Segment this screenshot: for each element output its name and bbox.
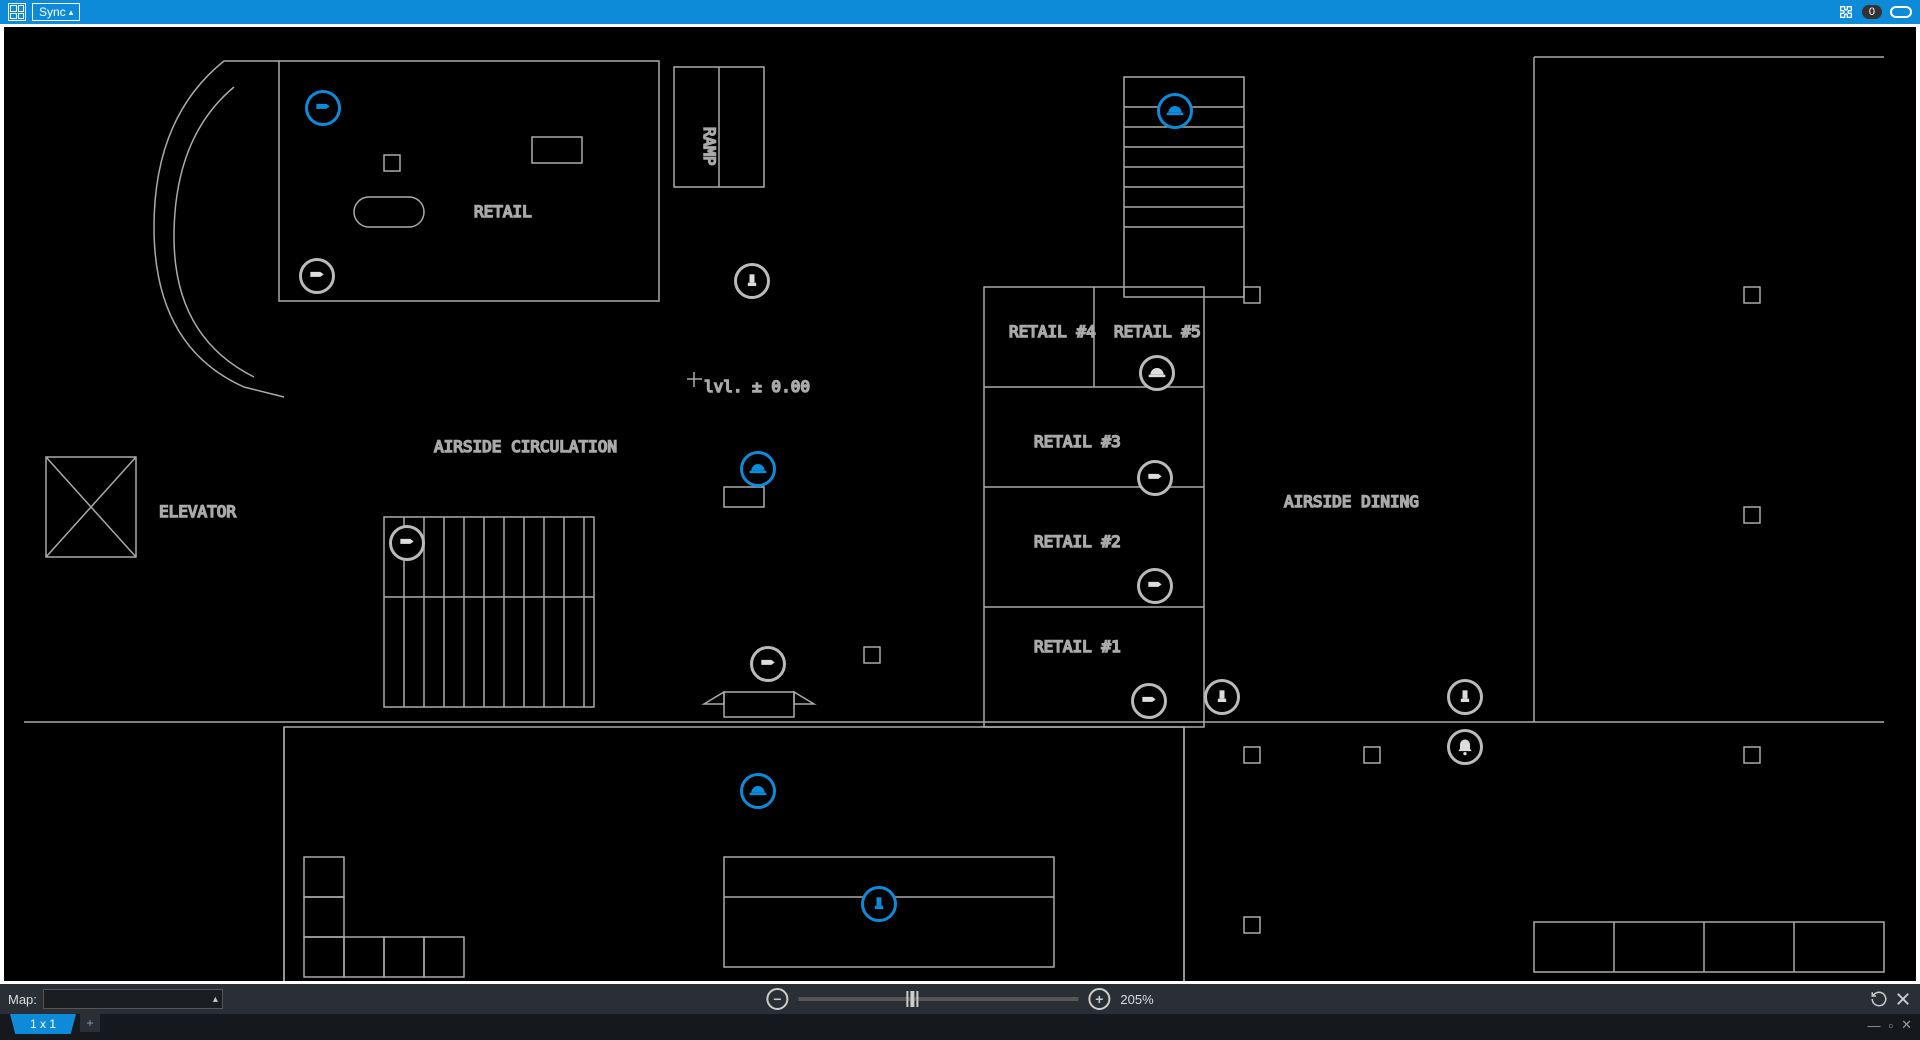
tab-bar: 1 x 1 + — ▫ ✕	[0, 1014, 1920, 1040]
sensor-1-marker[interactable]	[734, 263, 770, 299]
map-dropdown[interactable]	[43, 989, 223, 1009]
bottom-controls: Map: − + 205%	[0, 984, 1920, 1014]
toolbar-left: Sync	[8, 3, 80, 21]
svg-text:RETAIL: RETAIL	[474, 202, 532, 221]
zoom-out-button[interactable]: −	[766, 988, 788, 1010]
sensor-2-marker[interactable]	[1204, 679, 1240, 715]
svg-text:ELEVATOR: ELEVATOR	[159, 502, 236, 521]
zoom-slider-thumb[interactable]	[910, 991, 914, 1007]
svg-text:AIRSIDE DINING: AIRSIDE DINING	[1284, 492, 1419, 511]
dome-4-marker[interactable]	[1139, 355, 1175, 391]
map-label: Map:	[8, 992, 37, 1007]
sync-label: Sync	[39, 5, 66, 19]
zoom-in-button[interactable]: +	[1088, 988, 1110, 1010]
dome-2-marker[interactable]	[740, 451, 776, 487]
close-icon[interactable]	[1894, 990, 1912, 1008]
restore-icon[interactable]: ▫	[1888, 1018, 1893, 1033]
vr-icon[interactable]	[1890, 6, 1912, 18]
svg-text:RETAIL #4: RETAIL #4	[1009, 322, 1096, 341]
map-selector-group: Map:	[8, 989, 223, 1009]
add-tab-button[interactable]: +	[80, 1014, 100, 1032]
sensor-3-marker[interactable]	[1447, 679, 1483, 715]
cam-5-marker[interactable]	[1137, 460, 1173, 496]
zoom-slider[interactable]	[798, 997, 1078, 1001]
dome-3-marker[interactable]	[740, 773, 776, 809]
svg-text:lvl. ± 0.00: lvl. ± 0.00	[704, 377, 810, 396]
dome-1-marker[interactable]	[1157, 93, 1193, 129]
svg-text:AIRSIDE CIRCULATION: AIRSIDE CIRCULATION	[434, 437, 617, 456]
svg-text:RETAIL #5: RETAIL #5	[1114, 322, 1201, 341]
minimize-icon[interactable]: —	[1867, 1018, 1880, 1033]
bottom-right-controls	[1870, 990, 1912, 1008]
layout-grid-button[interactable]	[8, 3, 26, 21]
sync-dropdown[interactable]: Sync	[32, 3, 80, 21]
svg-text:RETAIL #2: RETAIL #2	[1034, 532, 1121, 551]
cam-2-marker[interactable]	[299, 258, 335, 294]
cam-4-marker[interactable]	[750, 646, 786, 682]
cam-7-marker[interactable]	[1131, 683, 1167, 719]
cam-6-marker[interactable]	[1137, 568, 1173, 604]
cam-1-marker[interactable]	[305, 90, 341, 126]
tabs-right: — ▫ ✕	[1867, 1014, 1920, 1033]
cam-3-marker[interactable]	[389, 525, 425, 561]
tab-active[interactable]: 1 x 1	[10, 1014, 76, 1034]
svg-text:RAMP: RAMP	[700, 127, 719, 166]
top-toolbar: Sync 0	[0, 0, 1920, 24]
svg-text:RETAIL #1: RETAIL #1	[1034, 637, 1121, 656]
toolbar-right: 0	[1838, 4, 1912, 20]
map-canvas[interactable]: RAMP RETAIL ELEVATOR	[0, 24, 1920, 984]
sensor-4-marker[interactable]	[861, 886, 897, 922]
notification-badge[interactable]: 0	[1862, 5, 1882, 19]
close-tab-icon[interactable]: ✕	[1901, 1017, 1912, 1033]
zoom-controls: − + 205%	[766, 988, 1153, 1010]
tabs-left: 1 x 1 +	[10, 1014, 100, 1034]
bell-1-marker[interactable]	[1447, 729, 1483, 765]
refresh-icon[interactable]	[1870, 990, 1888, 1008]
svg-text:RETAIL #3: RETAIL #3	[1034, 432, 1121, 451]
zoom-value: 205%	[1120, 992, 1153, 1007]
plugin-icon[interactable]	[1838, 4, 1854, 20]
floorplan-drawing: RAMP RETAIL ELEVATOR	[4, 27, 1916, 984]
